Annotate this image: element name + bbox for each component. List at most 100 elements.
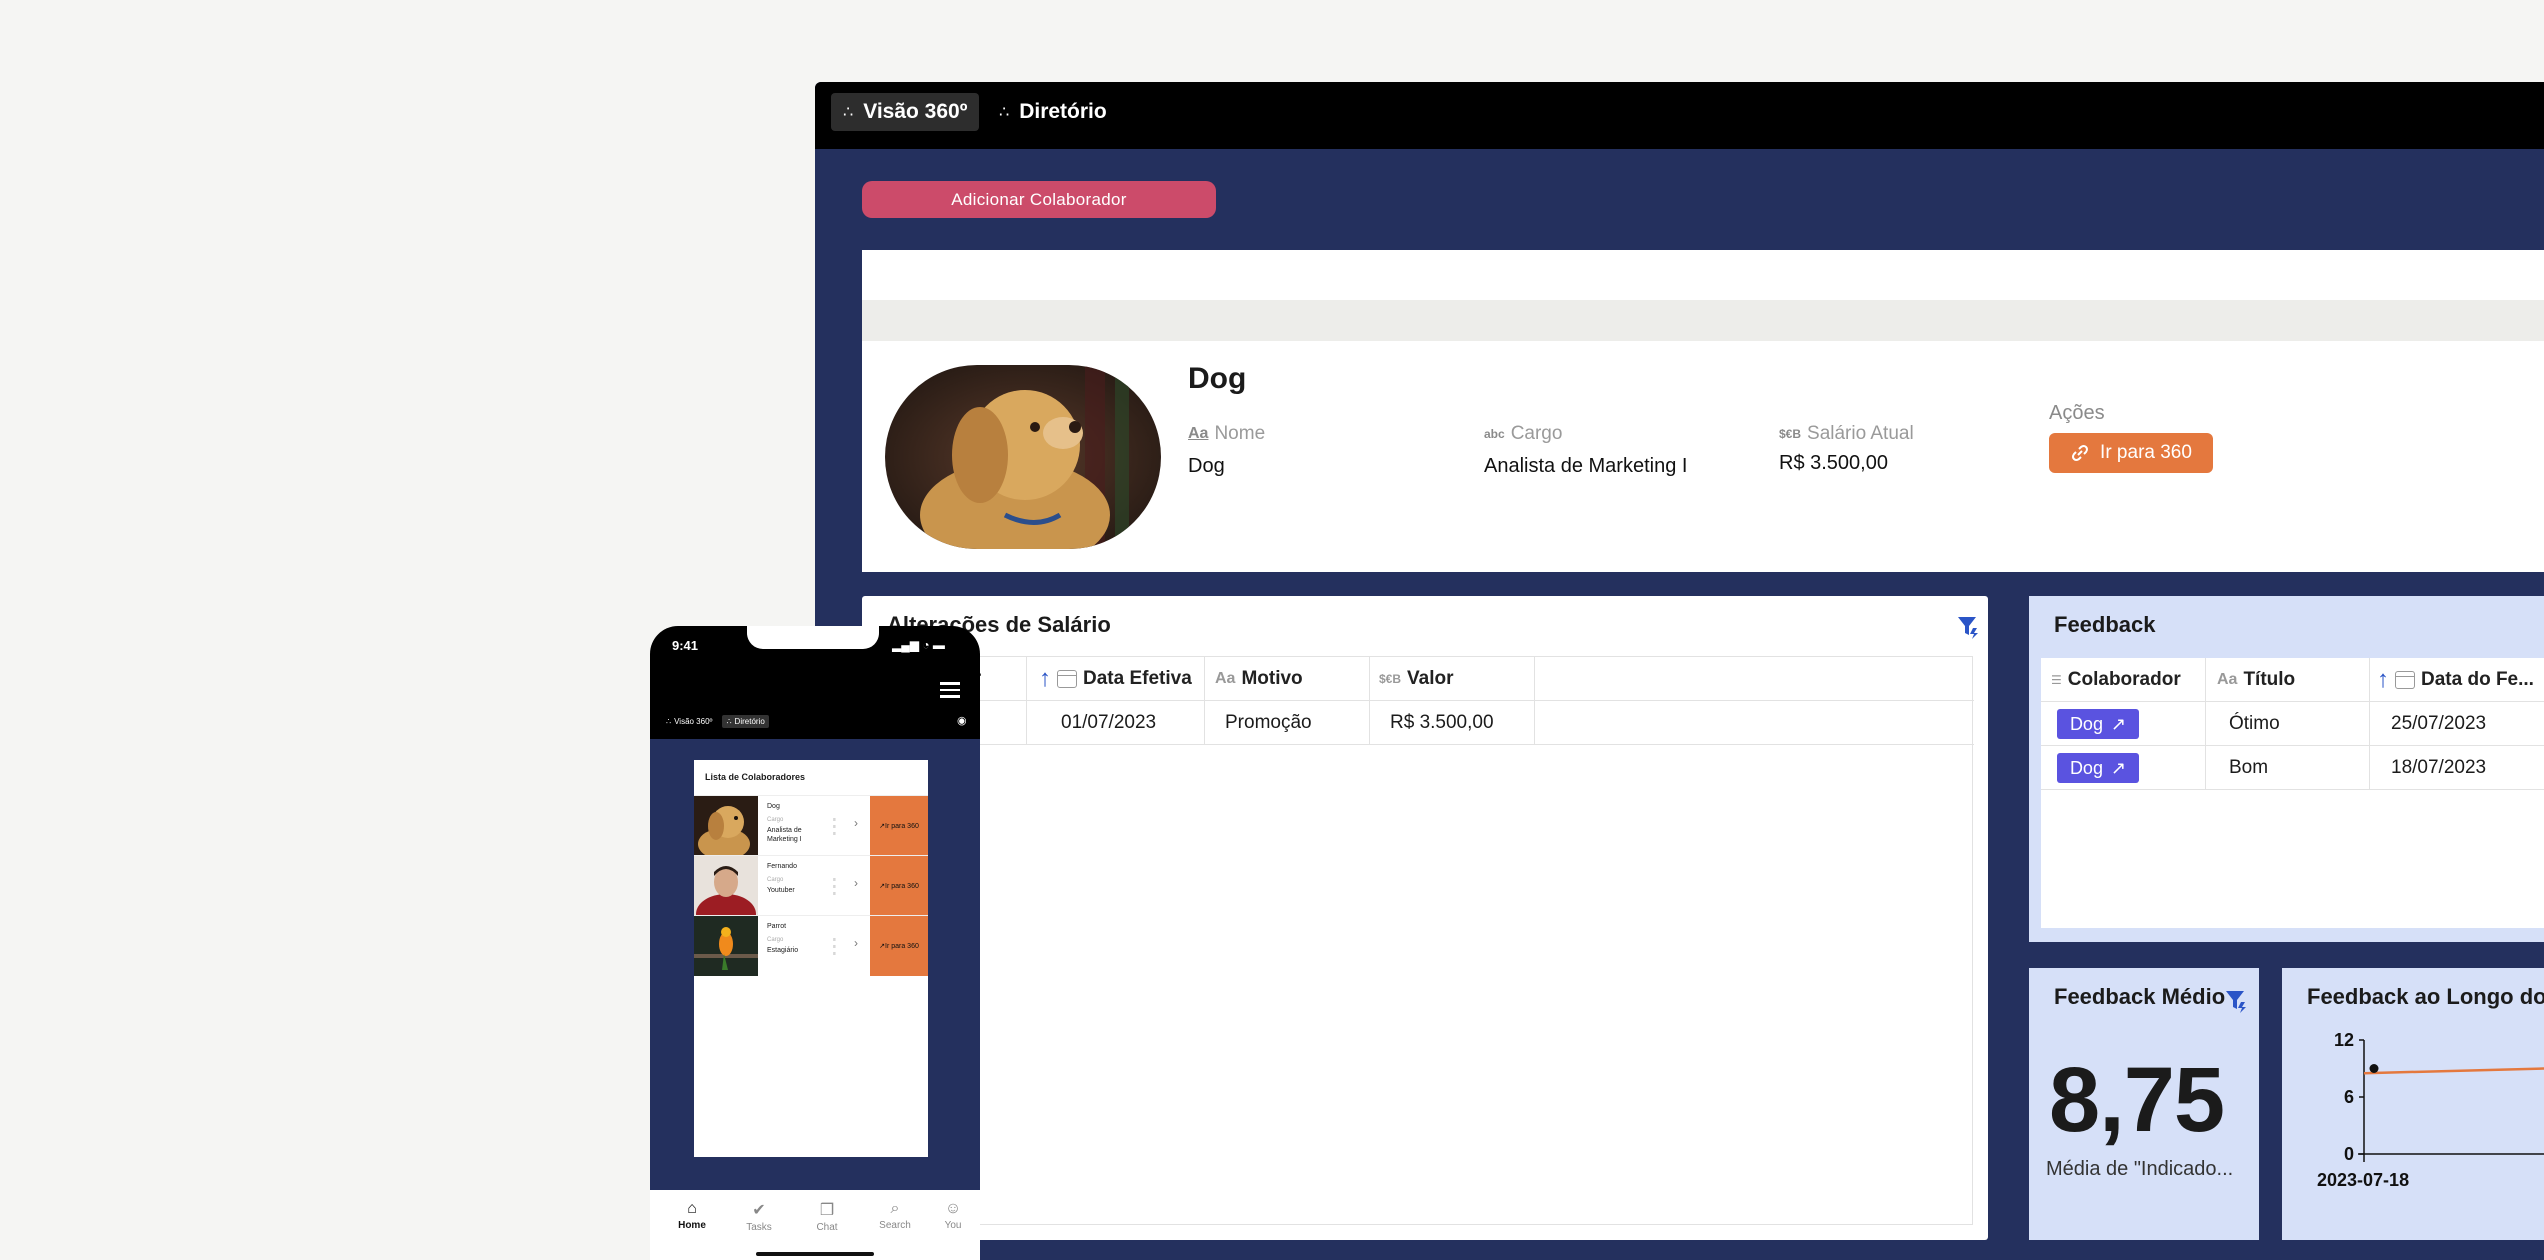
filter-icon[interactable] [2225, 989, 2247, 1013]
row-name: Parrot [767, 923, 787, 930]
salary-table: ador ↑ Data Efetiva Aa Motivo $€B Valor … [862, 656, 1974, 1225]
tab-diretorio[interactable]: ∴ Diretório [987, 93, 1119, 131]
table-cell-titulo: Ótimo [2229, 712, 2280, 734]
hamburger-menu-icon[interactable] [940, 682, 960, 702]
field-label-cargo: abc Cargo [1484, 423, 1563, 444]
wifi-icon: ◔ [922, 638, 930, 652]
go-to-360-button[interactable]: Ir para 360 [2049, 433, 2213, 473]
calendar-icon [2395, 670, 2415, 689]
text-type-icon: Aa [1188, 425, 1209, 442]
status-time: 9:41 [672, 638, 699, 653]
row-mini-fields: ≡ ≡ ≡ [833, 877, 836, 897]
row-name: Fernando [767, 863, 797, 870]
average-feedback-value: 8,75 [2049, 1049, 2225, 1151]
y-tick-label: 0 [2344, 1144, 2354, 1164]
feedback-over-time-chart: 12 6 0 2023-07-18 [2317, 1032, 2544, 1190]
mobile-content: Lista de Colaboradores Dog Cargo Analist… [650, 739, 980, 1190]
cover-band [862, 300, 2544, 341]
go-to-360-button[interactable]: ↗ Ir para 360 [870, 796, 928, 856]
column-header-motivo[interactable]: Aa Motivo [1215, 657, 1303, 700]
nav-tasks[interactable]: ✔ Tasks [734, 1200, 784, 1233]
column-header-titulo[interactable]: Aa Título [2217, 658, 2295, 701]
profile-card: Dog Aa Nome Dog abc Cargo Analista de Ma… [862, 250, 2544, 572]
row-cargo-value: Estagiário [767, 947, 799, 954]
chevron-right-icon: › [854, 816, 858, 830]
dog-photo [694, 796, 758, 856]
chevron-right-icon: › [854, 876, 858, 890]
calendar-icon [1057, 669, 1077, 688]
colaborador-chip[interactable]: Dog ↗ [2057, 709, 2139, 739]
x-tick-label: 2023-07-18 [2317, 1170, 2409, 1190]
go-to-360-button[interactable]: ↗ Ir para 360 [870, 856, 928, 916]
dog-photo [885, 365, 1161, 549]
column-header-valor[interactable]: $€B Valor [1379, 657, 1454, 700]
field-value-nome: Dog [1188, 455, 1225, 477]
feedback-over-time-title: Feedback ao Longo do [2307, 984, 2544, 1009]
bottom-tab-bar: ⌂ Home ✔ Tasks ❒ Chat ⌕ Search ☺ You [650, 1190, 980, 1260]
collaborator-list-card: Lista de Colaboradores Dog Cargo Analist… [694, 760, 928, 1157]
people-icon: ∴ [843, 104, 854, 121]
actions-label: Ações [2049, 402, 2105, 424]
column-header-data-efetiva[interactable]: ↑ Data Efetiva [1039, 657, 1192, 700]
currency-type-icon: $€B [1779, 427, 1802, 441]
field-label-salario: $€B Salário Atual [1779, 423, 1914, 444]
top-nav-bar: ∴ Visão 360º ∴ Diretório [815, 82, 2544, 149]
feedback-card: Feedback ☰ Colaborador Aa Título ↑ Data … [2029, 596, 2544, 942]
profile-name-title: Dog [1188, 362, 1247, 395]
column-header-data-feedback[interactable]: ↑ Data do Fe... [2377, 658, 2534, 701]
average-feedback-card: Feedback Médio 8,75 Média de "Indicado..… [2029, 968, 2259, 1240]
data-point [2369, 1064, 2379, 1073]
people-icon: ∴ [666, 717, 672, 726]
nav-search[interactable]: ⌕ Search [870, 1200, 920, 1231]
man-photo [694, 856, 758, 916]
average-feedback-title: Feedback Médio [2054, 984, 2226, 1009]
list-item[interactable]: Parrot Cargo Estagiário ≡ ≡ ≡ › ↗ Ir para … [694, 915, 928, 976]
list-item[interactable]: Dog Cargo Analista de Marketing I ≡ ≡ ≡ › … [694, 795, 928, 856]
column-header-colaborador[interactable]: ☰ Colaborador [2051, 658, 2181, 701]
battery-icon: ▬ [932, 638, 945, 652]
table-cell-titulo: Bom [2229, 756, 2269, 778]
string-type-icon: abc [1484, 427, 1505, 441]
signal-icon: ▂▄▆ [892, 638, 919, 652]
desktop-app: ∴ Visão 360º ∴ Diretório Adicionar Colab… [815, 82, 2544, 1260]
tab-visao-360[interactable]: ∴ Visão 360º [662, 715, 716, 728]
tab-diretorio[interactable]: ∴ Diretório [722, 715, 769, 728]
feedback-card-title: Feedback [2054, 612, 2156, 637]
text-type-icon: Aa [1215, 669, 1236, 687]
average-feedback-subtitle: Média de "Indicado... [2046, 1158, 2234, 1180]
tab-visao-360[interactable]: ∴ Visão 360º [831, 93, 980, 131]
table-cell-date: 01/07/2023 [1061, 711, 1157, 733]
relation-icon: ☰ [2051, 672, 2062, 687]
row-cargo-value: Youtuber [767, 887, 795, 894]
trend-line [2363, 1067, 2544, 1075]
account-icon[interactable]: ◉ [957, 714, 967, 727]
sort-ascending-icon: ↑ [2377, 665, 2389, 693]
nav-home[interactable]: ⌂ Home [667, 1200, 717, 1231]
feedback-table: ☰ Colaborador Aa Título ↑ Data do Fe... … [2041, 658, 2544, 928]
salary-changes-card: Alterações de Salário ador ↑ Data Efetiv… [862, 596, 1988, 1240]
list-item[interactable]: Fernando Cargo Youtuber ≡ ≡ ≡ › ↗ Ir para … [694, 855, 928, 916]
field-value-salario: R$ 3.500,00 [1779, 452, 1888, 474]
sort-ascending-icon: ↑ [1039, 664, 1051, 692]
mobile-tabs: ∴ Visão 360º ∴ Diretório [662, 715, 769, 728]
y-tick-label: 6 [2344, 1087, 2354, 1107]
nav-you[interactable]: ☺ You [928, 1200, 978, 1231]
filter-icon[interactable] [1957, 615, 1979, 639]
nav-chat[interactable]: ❒ Chat [802, 1200, 852, 1233]
check-icon: ✔ [752, 1202, 766, 1219]
home-icon: ⌂ [687, 1200, 697, 1217]
mobile-app: 9:41 ▂▄▆ ◔ ▬ ∴ Visão 360º ∴ Diretório ◉ … [650, 626, 980, 1260]
chevron-right-icon: › [854, 936, 858, 950]
search-icon: ⌕ [890, 1200, 900, 1217]
add-collaborator-button[interactable]: Adicionar Colaborador [862, 181, 1216, 218]
row-mini-fields: ≡ ≡ ≡ [833, 817, 836, 837]
tab-label: Visão 360º [863, 100, 968, 123]
y-tick-label: 12 [2334, 1032, 2354, 1050]
home-indicator [756, 1252, 874, 1256]
row-name: Dog [767, 803, 780, 810]
go-to-360-button[interactable]: ↗ Ir para 360 [870, 916, 928, 976]
currency-type-icon: $€B [1379, 671, 1402, 686]
field-label-nome: Aa Nome [1188, 423, 1266, 444]
row-mini-fields: ≡ ≡ ≡ [833, 937, 836, 957]
colaborador-chip[interactable]: Dog ↗ [2057, 753, 2139, 783]
